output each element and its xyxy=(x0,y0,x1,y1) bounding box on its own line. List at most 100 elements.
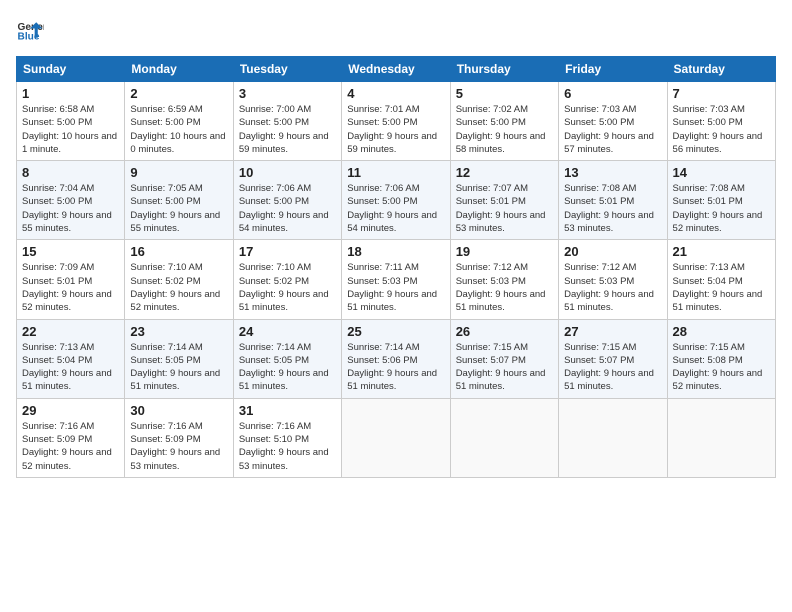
day-number: 7 xyxy=(673,86,770,101)
day-info: Sunrise: 7:14 AM Sunset: 5:05 PM Dayligh… xyxy=(130,341,227,394)
day-number: 30 xyxy=(130,403,227,418)
day-info: Sunrise: 7:04 AM Sunset: 5:00 PM Dayligh… xyxy=(22,182,119,235)
calendar-day-cell xyxy=(667,398,775,477)
calendar-week-row: 29 Sunrise: 7:16 AM Sunset: 5:09 PM Dayl… xyxy=(17,398,776,477)
day-number: 28 xyxy=(673,324,770,339)
day-number: 25 xyxy=(347,324,444,339)
weekday-header-cell: Friday xyxy=(559,57,667,82)
calendar-body: 1 Sunrise: 6:58 AM Sunset: 5:00 PM Dayli… xyxy=(17,82,776,478)
weekday-header-row: SundayMondayTuesdayWednesdayThursdayFrid… xyxy=(17,57,776,82)
day-info: Sunrise: 7:16 AM Sunset: 5:09 PM Dayligh… xyxy=(130,420,227,473)
calendar-day-cell: 8 Sunrise: 7:04 AM Sunset: 5:00 PM Dayli… xyxy=(17,161,125,240)
day-info: Sunrise: 7:11 AM Sunset: 5:03 PM Dayligh… xyxy=(347,261,444,314)
day-number: 27 xyxy=(564,324,661,339)
day-info: Sunrise: 7:14 AM Sunset: 5:06 PM Dayligh… xyxy=(347,341,444,394)
day-number: 1 xyxy=(22,86,119,101)
day-info: Sunrise: 7:07 AM Sunset: 5:01 PM Dayligh… xyxy=(456,182,553,235)
calendar-day-cell xyxy=(450,398,558,477)
weekday-header-cell: Tuesday xyxy=(233,57,341,82)
calendar-day-cell: 22 Sunrise: 7:13 AM Sunset: 5:04 PM Dayl… xyxy=(17,319,125,398)
day-info: Sunrise: 7:03 AM Sunset: 5:00 PM Dayligh… xyxy=(564,103,661,156)
day-number: 3 xyxy=(239,86,336,101)
day-info: Sunrise: 7:16 AM Sunset: 5:10 PM Dayligh… xyxy=(239,420,336,473)
calendar-day-cell: 6 Sunrise: 7:03 AM Sunset: 5:00 PM Dayli… xyxy=(559,82,667,161)
day-info: Sunrise: 7:06 AM Sunset: 5:00 PM Dayligh… xyxy=(239,182,336,235)
calendar-day-cell: 5 Sunrise: 7:02 AM Sunset: 5:00 PM Dayli… xyxy=(450,82,558,161)
calendar-day-cell xyxy=(559,398,667,477)
day-info: Sunrise: 7:00 AM Sunset: 5:00 PM Dayligh… xyxy=(239,103,336,156)
day-number: 15 xyxy=(22,244,119,259)
calendar-day-cell: 24 Sunrise: 7:14 AM Sunset: 5:05 PM Dayl… xyxy=(233,319,341,398)
day-info: Sunrise: 7:08 AM Sunset: 5:01 PM Dayligh… xyxy=(564,182,661,235)
calendar-day-cell: 18 Sunrise: 7:11 AM Sunset: 5:03 PM Dayl… xyxy=(342,240,450,319)
calendar-day-cell: 31 Sunrise: 7:16 AM Sunset: 5:10 PM Dayl… xyxy=(233,398,341,477)
calendar-day-cell: 20 Sunrise: 7:12 AM Sunset: 5:03 PM Dayl… xyxy=(559,240,667,319)
calendar-table: SundayMondayTuesdayWednesdayThursdayFrid… xyxy=(16,56,776,478)
calendar-week-row: 15 Sunrise: 7:09 AM Sunset: 5:01 PM Dayl… xyxy=(17,240,776,319)
page-header: General Blue xyxy=(16,16,776,44)
calendar-day-cell: 14 Sunrise: 7:08 AM Sunset: 5:01 PM Dayl… xyxy=(667,161,775,240)
weekday-header-cell: Monday xyxy=(125,57,233,82)
day-number: 11 xyxy=(347,165,444,180)
calendar-day-cell: 27 Sunrise: 7:15 AM Sunset: 5:07 PM Dayl… xyxy=(559,319,667,398)
day-info: Sunrise: 7:01 AM Sunset: 5:00 PM Dayligh… xyxy=(347,103,444,156)
day-info: Sunrise: 7:10 AM Sunset: 5:02 PM Dayligh… xyxy=(130,261,227,314)
calendar-week-row: 8 Sunrise: 7:04 AM Sunset: 5:00 PM Dayli… xyxy=(17,161,776,240)
day-number: 22 xyxy=(22,324,119,339)
day-number: 31 xyxy=(239,403,336,418)
day-info: Sunrise: 7:15 AM Sunset: 5:07 PM Dayligh… xyxy=(564,341,661,394)
day-info: Sunrise: 7:12 AM Sunset: 5:03 PM Dayligh… xyxy=(564,261,661,314)
day-number: 6 xyxy=(564,86,661,101)
day-number: 10 xyxy=(239,165,336,180)
weekday-header-cell: Thursday xyxy=(450,57,558,82)
day-info: Sunrise: 7:09 AM Sunset: 5:01 PM Dayligh… xyxy=(22,261,119,314)
weekday-header-cell: Saturday xyxy=(667,57,775,82)
calendar-day-cell: 19 Sunrise: 7:12 AM Sunset: 5:03 PM Dayl… xyxy=(450,240,558,319)
day-info: Sunrise: 6:59 AM Sunset: 5:00 PM Dayligh… xyxy=(130,103,227,156)
calendar-week-row: 22 Sunrise: 7:13 AM Sunset: 5:04 PM Dayl… xyxy=(17,319,776,398)
day-number: 17 xyxy=(239,244,336,259)
calendar-day-cell: 12 Sunrise: 7:07 AM Sunset: 5:01 PM Dayl… xyxy=(450,161,558,240)
calendar-day-cell: 25 Sunrise: 7:14 AM Sunset: 5:06 PM Dayl… xyxy=(342,319,450,398)
calendar-day-cell: 23 Sunrise: 7:14 AM Sunset: 5:05 PM Dayl… xyxy=(125,319,233,398)
calendar-day-cell: 3 Sunrise: 7:00 AM Sunset: 5:00 PM Dayli… xyxy=(233,82,341,161)
day-info: Sunrise: 7:16 AM Sunset: 5:09 PM Dayligh… xyxy=(22,420,119,473)
day-info: Sunrise: 7:05 AM Sunset: 5:00 PM Dayligh… xyxy=(130,182,227,235)
calendar-day-cell: 30 Sunrise: 7:16 AM Sunset: 5:09 PM Dayl… xyxy=(125,398,233,477)
day-number: 20 xyxy=(564,244,661,259)
day-number: 24 xyxy=(239,324,336,339)
calendar-day-cell: 7 Sunrise: 7:03 AM Sunset: 5:00 PM Dayli… xyxy=(667,82,775,161)
day-number: 14 xyxy=(673,165,770,180)
calendar-day-cell: 29 Sunrise: 7:16 AM Sunset: 5:09 PM Dayl… xyxy=(17,398,125,477)
day-info: Sunrise: 7:13 AM Sunset: 5:04 PM Dayligh… xyxy=(22,341,119,394)
day-number: 16 xyxy=(130,244,227,259)
calendar-day-cell: 10 Sunrise: 7:06 AM Sunset: 5:00 PM Dayl… xyxy=(233,161,341,240)
calendar-day-cell: 15 Sunrise: 7:09 AM Sunset: 5:01 PM Dayl… xyxy=(17,240,125,319)
day-number: 4 xyxy=(347,86,444,101)
day-number: 8 xyxy=(22,165,119,180)
day-number: 5 xyxy=(456,86,553,101)
day-number: 13 xyxy=(564,165,661,180)
calendar-day-cell: 26 Sunrise: 7:15 AM Sunset: 5:07 PM Dayl… xyxy=(450,319,558,398)
day-number: 9 xyxy=(130,165,227,180)
day-info: Sunrise: 7:06 AM Sunset: 5:00 PM Dayligh… xyxy=(347,182,444,235)
weekday-header-cell: Wednesday xyxy=(342,57,450,82)
day-number: 29 xyxy=(22,403,119,418)
calendar-day-cell: 13 Sunrise: 7:08 AM Sunset: 5:01 PM Dayl… xyxy=(559,161,667,240)
day-info: Sunrise: 7:08 AM Sunset: 5:01 PM Dayligh… xyxy=(673,182,770,235)
calendar-day-cell: 21 Sunrise: 7:13 AM Sunset: 5:04 PM Dayl… xyxy=(667,240,775,319)
day-number: 26 xyxy=(456,324,553,339)
day-info: Sunrise: 7:13 AM Sunset: 5:04 PM Dayligh… xyxy=(673,261,770,314)
day-info: Sunrise: 7:14 AM Sunset: 5:05 PM Dayligh… xyxy=(239,341,336,394)
day-number: 2 xyxy=(130,86,227,101)
calendar-day-cell: 2 Sunrise: 6:59 AM Sunset: 5:00 PM Dayli… xyxy=(125,82,233,161)
day-info: Sunrise: 7:15 AM Sunset: 5:08 PM Dayligh… xyxy=(673,341,770,394)
calendar-week-row: 1 Sunrise: 6:58 AM Sunset: 5:00 PM Dayli… xyxy=(17,82,776,161)
day-info: Sunrise: 7:02 AM Sunset: 5:00 PM Dayligh… xyxy=(456,103,553,156)
calendar-day-cell: 1 Sunrise: 6:58 AM Sunset: 5:00 PM Dayli… xyxy=(17,82,125,161)
calendar-day-cell xyxy=(342,398,450,477)
day-number: 12 xyxy=(456,165,553,180)
day-number: 21 xyxy=(673,244,770,259)
day-number: 23 xyxy=(130,324,227,339)
day-info: Sunrise: 6:58 AM Sunset: 5:00 PM Dayligh… xyxy=(22,103,119,156)
